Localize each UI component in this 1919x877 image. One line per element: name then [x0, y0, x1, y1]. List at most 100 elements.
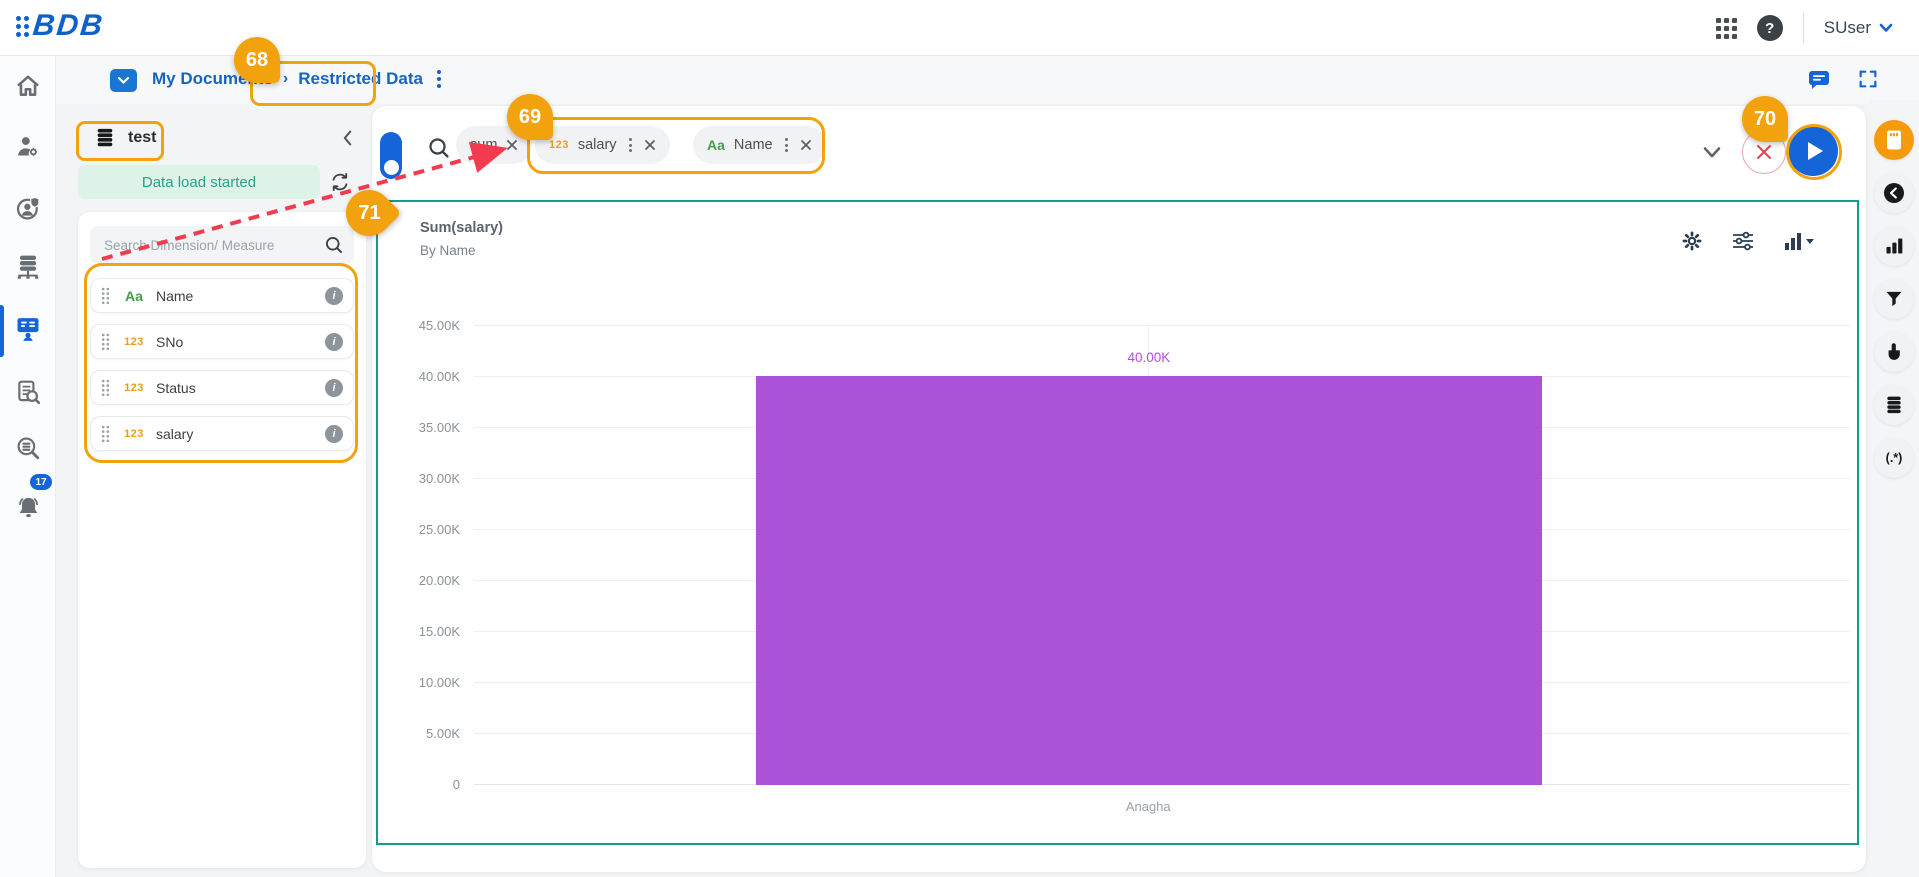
bdb-logo[interactable]: BDB: [16, 9, 106, 43]
data-search-icon[interactable]: [8, 428, 48, 468]
info-icon[interactable]: i: [325, 286, 343, 305]
info-icon[interactable]: i: [325, 378, 343, 397]
chip-kebab-icon[interactable]: [782, 136, 791, 154]
header-divider: [1802, 13, 1804, 43]
drag-handle-icon[interactable]: [101, 287, 110, 305]
visualization-canvas: sum 123 salary Aa Name Sum(salary) By Na…: [372, 106, 1866, 872]
dimension-measure-panel: Aa Name i 123 SNo i 123 Status i 123 sal…: [78, 212, 366, 868]
close-icon[interactable]: [644, 139, 656, 151]
help-icon[interactable]: ?: [1756, 15, 1783, 41]
chip-salary[interactable]: 123 salary: [535, 126, 670, 164]
dashboard-card-button[interactable]: [1874, 120, 1914, 160]
chart-filter-sliders-icon[interactable]: [1731, 230, 1755, 252]
user-settings-icon[interactable]: [8, 127, 48, 167]
chart-subtitle: By Name: [420, 243, 476, 258]
regex-label: (.*): [1885, 451, 1903, 465]
user-name: SUser: [1823, 18, 1871, 37]
field-type-measure: 123: [124, 381, 144, 394]
y-axis-tick: 10.00K: [418, 675, 460, 690]
user-security-icon[interactable]: [8, 188, 48, 228]
hand-pointer-icon: [1888, 343, 1900, 360]
back-button[interactable]: [1874, 173, 1914, 213]
y-axis-tick: 5.00K: [426, 726, 460, 741]
designer-icon-active[interactable]: [8, 308, 48, 348]
chart-title: Sum(salary): [420, 220, 504, 236]
data-center-icon[interactable]: [8, 247, 48, 287]
chip-type-dimension: Aa: [707, 137, 725, 153]
drag-handle-icon[interactable]: [101, 425, 110, 443]
chip-label: salary: [577, 137, 617, 153]
chart-bar[interactable]: 40.00K: [756, 350, 1542, 785]
view-toggle[interactable]: [380, 132, 402, 179]
bar-value-label: 40.00K: [1127, 350, 1171, 366]
y-axis-tick: 20.00K: [418, 573, 460, 588]
card-icon: [1887, 130, 1901, 150]
close-icon[interactable]: [800, 139, 812, 151]
field-row-salary[interactable]: 123 salary i: [90, 416, 354, 451]
y-axis-tick: 40.00K: [418, 369, 460, 384]
breadcrumb-parent[interactable]: My Documents: [152, 69, 273, 89]
drag-handle-icon[interactable]: [101, 379, 110, 397]
user-menu[interactable]: SUser: [1824, 18, 1893, 38]
info-glyph: i: [332, 427, 336, 440]
chart-settings-gear-icon[interactable]: [1681, 230, 1703, 252]
status-text: Data load started: [141, 173, 257, 191]
notification-count-badge: 17: [30, 474, 52, 490]
expand-toolbar-chevron-icon[interactable]: [1698, 138, 1726, 166]
data-audit-icon[interactable]: [8, 372, 48, 412]
notifications-bell-icon[interactable]: [8, 488, 48, 528]
y-axis-tick: 0: [452, 777, 460, 792]
field-row-sno[interactable]: 123 SNo i: [90, 324, 354, 359]
info-icon[interactable]: i: [325, 424, 343, 443]
field-type-dimension: Aa: [125, 287, 143, 304]
clear-canvas-button[interactable]: [1742, 130, 1786, 174]
apps-grid-icon[interactable]: [1715, 17, 1737, 39]
dataset-button[interactable]: [1874, 385, 1914, 425]
chip-name[interactable]: Aa Name: [693, 126, 826, 164]
regex-button[interactable]: (.*): [1874, 438, 1914, 478]
chart-type-dropdown-icon[interactable]: [1783, 230, 1817, 252]
close-icon[interactable]: [506, 139, 518, 151]
chevron-down-icon: [1879, 23, 1893, 32]
drag-handle-icon[interactable]: [101, 333, 110, 351]
run-play-button[interactable]: [1788, 126, 1838, 176]
funnel-icon: [1886, 291, 1902, 307]
breadcrumb-kebab-icon[interactable]: [433, 68, 445, 90]
bdb-app: BDB ? SUser My Documents › Restricted Da…: [0, 0, 1919, 877]
chart-container: Sum(salary) By Name 45.00K 40.00K 35.00K: [376, 200, 1859, 845]
folder-dropdown-icon[interactable]: [110, 69, 137, 92]
search-input[interactable]: [104, 237, 324, 253]
search-icon[interactable]: [324, 235, 344, 255]
field-label: SNo: [156, 333, 184, 350]
field-label: Status: [156, 379, 196, 396]
chip-kebab-icon[interactable]: [626, 136, 635, 154]
field-type-measure: 123: [124, 427, 144, 440]
home-icon[interactable]: [8, 66, 48, 106]
info-icon[interactable]: i: [325, 332, 343, 351]
comment-icon[interactable]: [1807, 69, 1831, 90]
logo-dots-icon: [16, 15, 29, 37]
breadcrumb-current[interactable]: Restricted Data: [298, 69, 423, 89]
bar-chart-plot: 45.00K 40.00K 35.00K 30.00K 25.00K 20.00…: [419, 318, 1850, 814]
dataset-title[interactable]: test: [94, 127, 156, 149]
canvas-search-icon[interactable]: [424, 133, 454, 163]
aggregate-chip-sum[interactable]: sum: [456, 126, 533, 164]
info-glyph: i: [332, 335, 336, 348]
help-glyph: ?: [1765, 19, 1775, 37]
y-axis-tick: 45.00K: [418, 318, 460, 333]
header-actions: ? SUser: [1715, 0, 1893, 56]
collapse-panel-icon[interactable]: [334, 124, 362, 152]
interaction-button[interactable]: [1874, 332, 1914, 372]
chip-label: sum: [470, 137, 498, 153]
fullscreen-icon[interactable]: [1857, 68, 1879, 90]
canvas-header-actions: [1807, 68, 1879, 90]
refresh-icon[interactable]: [326, 168, 354, 196]
info-glyph: i: [332, 289, 336, 302]
breadcrumb-separator: ›: [282, 70, 289, 87]
chart-types-button[interactable]: [1874, 226, 1914, 266]
close-icon: [1757, 145, 1771, 159]
field-row-name[interactable]: Aa Name i: [90, 278, 354, 313]
info-glyph: i: [332, 381, 336, 394]
filter-button[interactable]: [1874, 279, 1914, 319]
field-row-status[interactable]: 123 Status i: [90, 370, 354, 405]
